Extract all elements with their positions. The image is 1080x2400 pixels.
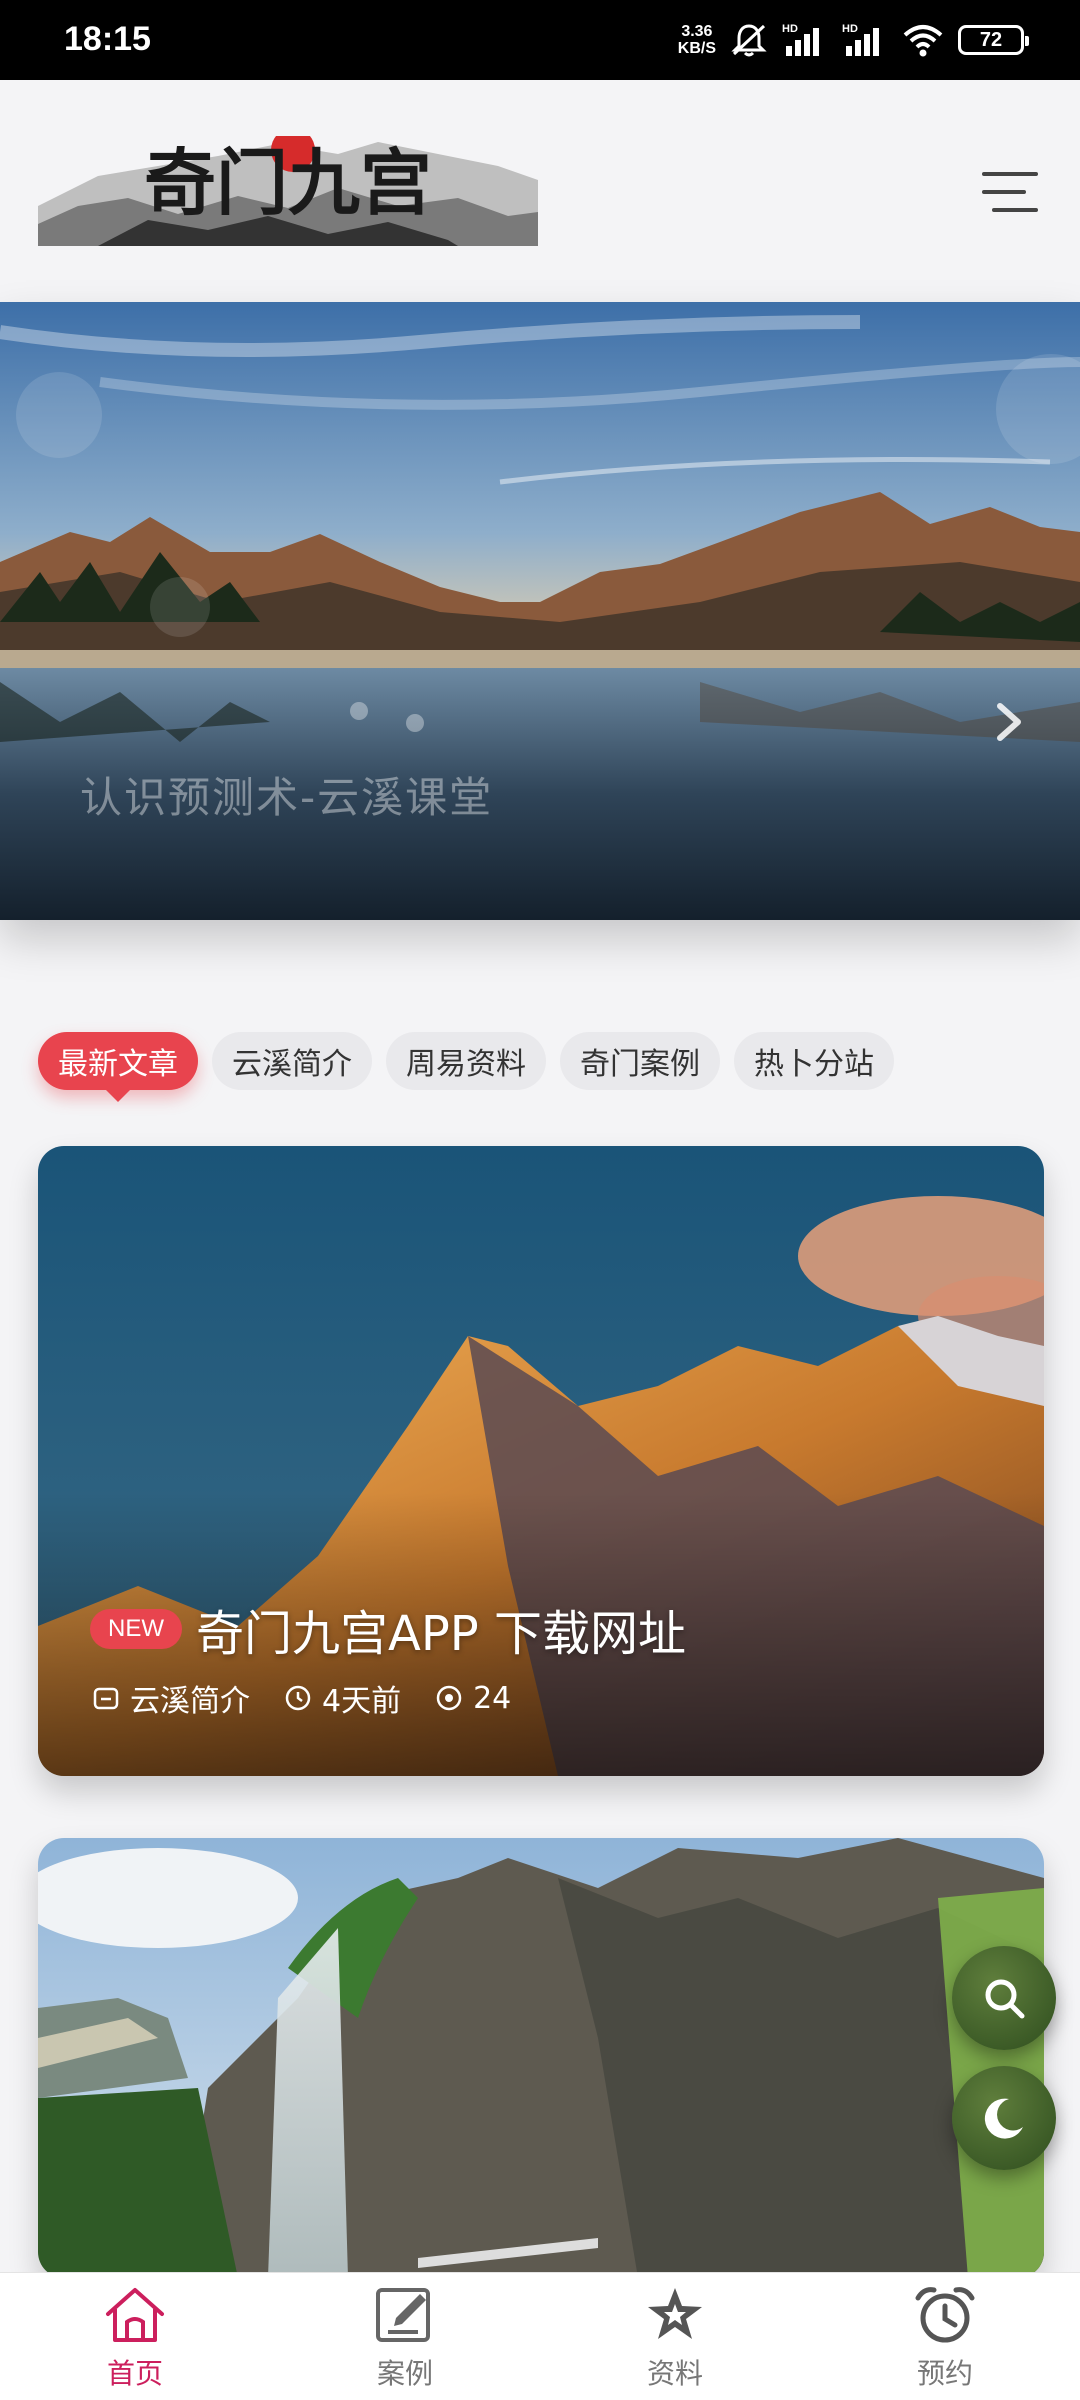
svg-text:HD: HD [842, 23, 858, 35]
mute-icon [731, 24, 767, 57]
network-speed-unit: KB/S [677, 40, 716, 57]
status-time: 18:15 [64, 20, 151, 58]
article-cover-image [38, 1838, 1044, 2278]
decorative-bubble [150, 577, 210, 637]
folder-icon [93, 1687, 119, 1710]
article-meta: 云溪简介 4天前 24 [92, 1676, 511, 1720]
hamburger-menu-icon[interactable] [980, 164, 1040, 220]
nav-home-label: 首页 [106, 2356, 163, 2390]
wifi-icon [903, 25, 943, 57]
article-title[interactable]: 奇门九宫APP 下载网址 [196, 1594, 686, 1664]
decorative-bubble [16, 372, 102, 458]
nav-materials[interactable]: 资料 [540, 2273, 810, 2400]
nav-materials-label: 资料 [646, 2356, 703, 2390]
eye-icon [436, 1685, 462, 1711]
article-time-label: 4天前 [322, 1684, 402, 1719]
article-card[interactable] [38, 1838, 1044, 2278]
app-header: 奇门九宫 [0, 80, 1080, 300]
article-category[interactable]: 云溪简介 [92, 1676, 250, 1720]
article-card[interactable]: NEW 奇门九宫APP 下载网址 云溪简介 4天前 24 [38, 1146, 1044, 1776]
bottom-navigation: 首页 案例 资料 预约 [0, 2272, 1080, 2400]
nav-appointment[interactable]: 预约 [810, 2273, 1080, 2400]
signal-hd-icon: HD [842, 23, 879, 56]
nav-home[interactable]: 首页 [0, 2273, 270, 2400]
star-icon [648, 2287, 702, 2339]
hero-caption: 认识预测术-云溪课堂 [80, 773, 494, 822]
tab-yunxi-intro[interactable]: 云溪简介 [212, 1032, 372, 1090]
article-title-row: NEW 奇门九宫APP 下载网址 [90, 1594, 686, 1664]
article-views: 24 [435, 1681, 511, 1716]
logo-text: 奇门九宫 [144, 140, 432, 225]
status-bar: 18:15 3.36 KB/S HD HD 72 [0, 0, 1080, 80]
hero-banner[interactable]: 认识预测术-云溪课堂 [0, 302, 1080, 920]
nav-cases[interactable]: 案例 [270, 2273, 540, 2400]
carousel-dot[interactable] [350, 702, 368, 720]
home-icon [106, 2287, 164, 2342]
chevron-right-icon[interactable] [990, 692, 1030, 752]
article-category-label: 云溪简介 [130, 1684, 250, 1719]
article-time: 4天前 [284, 1676, 401, 1720]
edit-icon [376, 2287, 430, 2342]
tab-latest-articles[interactable]: 最新文章 [38, 1032, 198, 1102]
tab-zhouyi-materials[interactable]: 周易资料 [386, 1032, 546, 1090]
network-speed: 3.36 KB/S [678, 23, 716, 57]
new-badge: NEW [90, 1609, 182, 1649]
signal-hd-icon: HD [782, 23, 819, 56]
clock-icon [285, 1685, 311, 1711]
dark-mode-toggle[interactable] [952, 2066, 1056, 2170]
alarm-clock-icon [915, 2286, 975, 2342]
tab-hot-branch[interactable]: 热卜分站 [734, 1032, 894, 1090]
svg-text:HD: HD [782, 23, 798, 35]
battery-icon: 72 [958, 25, 1029, 55]
article-views-count: 24 [473, 1680, 512, 1716]
battery-level: 72 [979, 28, 1003, 51]
search-button[interactable] [952, 1946, 1056, 2050]
status-icons: 3.36 KB/S HD HD 72 [678, 22, 1029, 58]
nav-cases-label: 案例 [376, 2356, 433, 2390]
site-logo[interactable]: 奇门九宫 [38, 136, 538, 246]
nav-appointment-label: 预约 [916, 2356, 973, 2390]
carousel-dot[interactable] [406, 714, 424, 732]
search-icon [985, 1979, 1025, 2019]
moon-icon [984, 2098, 1023, 2139]
network-speed-value: 3.36 [681, 23, 713, 40]
tab-qimen-cases[interactable]: 奇门案例 [560, 1032, 720, 1090]
category-tabs: 最新文章 云溪简介 周易资料 奇门案例 热卜分站 [38, 1032, 894, 1102]
